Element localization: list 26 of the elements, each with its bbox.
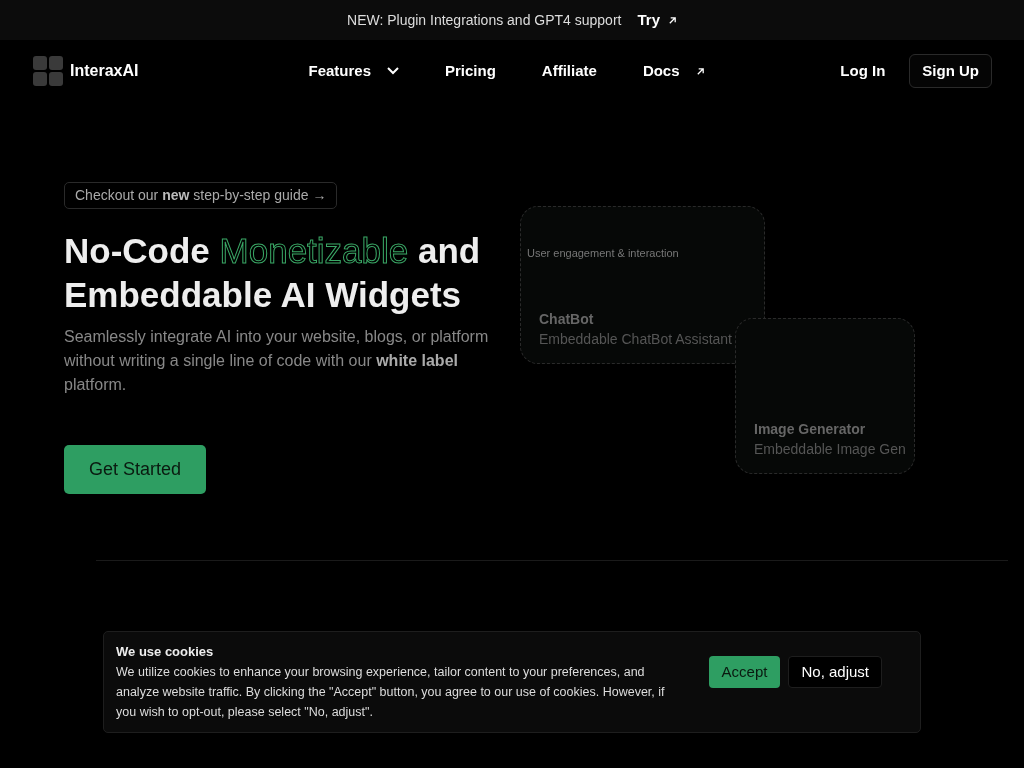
accept-button[interactable]: Accept <box>708 655 781 689</box>
widget-title: ChatBot <box>539 310 594 330</box>
login-link[interactable]: Log In <box>840 59 886 83</box>
cookie-text: We utilize cookies to enhance your browsing experience, tailor content to your preferences, and analyze website traffic. By clicking the "Accept" button, you agree to our use of cookies. However, if you wish to opt-out, please select "No, adjust". <box>116 663 666 721</box>
widget-caption: User engagement & interaction <box>527 246 680 261</box>
arrow-icon <box>695 66 705 76</box>
nav-link[interactable]: Features <box>308 59 399 83</box>
signup-button[interactable]: Sign Up <box>909 53 992 89</box>
widget-description: Embeddable Image Gen <box>754 440 906 459</box>
widget-description: Embeddable ChatBot Assistant <box>539 330 732 349</box>
try-link[interactable]: Try <box>637 8 677 32</box>
arrow-icon <box>668 15 677 25</box>
logo-icon <box>32 55 64 87</box>
nav-link[interactable]: Affiliate <box>541 59 597 83</box>
adjust-button[interactable]: No, adjust <box>788 655 882 689</box>
get-started-button[interactable]: Get Started <box>64 444 207 494</box>
hero-title: No-Code Monetizable and Embeddable AI Widgets <box>64 230 482 316</box>
nav-link[interactable]: Pricing <box>445 59 496 83</box>
widget-title: Image Generator <box>754 420 866 440</box>
announcement-text: NEW: Plugin Integrations and GPT4 support <box>347 10 622 30</box>
brand-name[interactable]: InteraxAI <box>70 59 139 83</box>
chevron-down-icon <box>387 67 399 75</box>
cookie-title: We use cookies <box>116 644 215 660</box>
hero-subtitle: Seamlessly integrate AI into your website, blogs, or platform without writing a single line of code with our white label platform. <box>64 326 490 395</box>
guide-link[interactable]: Checkout our new step-by-step guide → <box>64 182 338 209</box>
nav-link[interactable]: Docs <box>642 59 705 83</box>
